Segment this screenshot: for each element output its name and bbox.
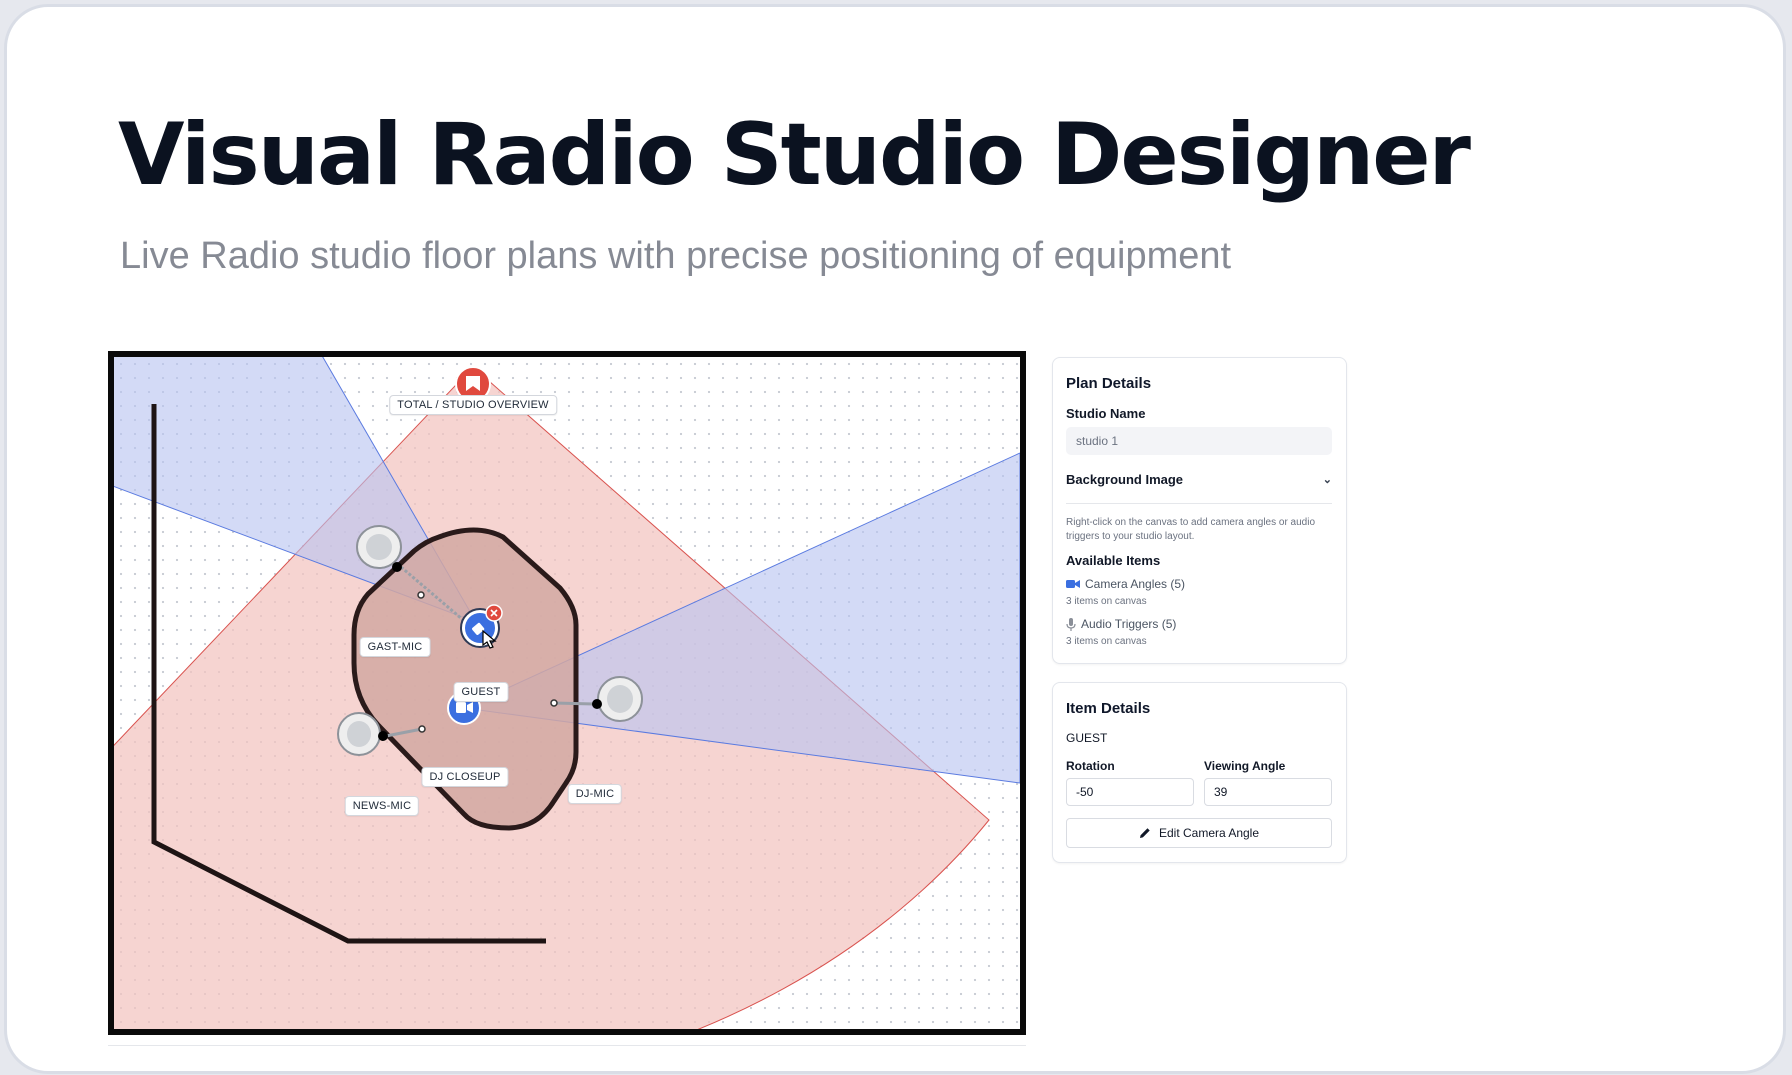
audio-triggers-count: 3 items on canvas bbox=[1066, 636, 1147, 647]
background-image-toggle[interactable]: Background Image ⌄ bbox=[1066, 472, 1332, 487]
overview-camera-label[interactable]: TOTAL / STUDIO OVERVIEW bbox=[389, 395, 557, 415]
dj-mic-label[interactable]: DJ-MIC bbox=[567, 784, 623, 804]
microphone-icon bbox=[1066, 617, 1076, 631]
pencil-icon bbox=[1139, 828, 1150, 838]
rotation-input[interactable]: -50 bbox=[1066, 778, 1194, 806]
item-details-heading: Item Details bbox=[1066, 700, 1151, 717]
audio-triggers-label: Audio Triggers (5) bbox=[1081, 617, 1177, 631]
studio-canvas[interactable]: TOTAL / STUDIO OVERVIEW GAST-MIC GUEST D… bbox=[108, 351, 1026, 1035]
rotation-label: Rotation bbox=[1066, 759, 1115, 773]
dj-closeup-label[interactable]: DJ CLOSEUP bbox=[421, 767, 509, 787]
plan-details-heading: Plan Details bbox=[1066, 375, 1152, 392]
item-details-panel: Item Details GUEST Rotation Viewing Angl… bbox=[1052, 682, 1347, 863]
video-camera-icon bbox=[1066, 580, 1080, 588]
guest-camera-label[interactable]: GUEST bbox=[453, 682, 509, 702]
available-items-label: Available Items bbox=[1066, 553, 1161, 568]
camera-angles-item[interactable]: Camera Angles (5) bbox=[1066, 577, 1185, 591]
floor-plan-svg bbox=[114, 357, 1020, 1029]
news-mic-label[interactable]: NEWS-MIC bbox=[344, 796, 420, 816]
studio-name-input[interactable]: studio 1 bbox=[1066, 427, 1332, 455]
viewing-angle-input[interactable]: 39 bbox=[1204, 778, 1332, 806]
camera-angles-count: 3 items on canvas bbox=[1066, 596, 1147, 607]
camera-angles-label: Camera Angles (5) bbox=[1085, 577, 1186, 591]
chevron-down-icon: ⌄ bbox=[1322, 474, 1332, 486]
edit-camera-angle-label: Edit Camera Angle bbox=[1158, 826, 1260, 840]
item-name: GUEST bbox=[1066, 731, 1108, 745]
divider bbox=[1066, 503, 1332, 504]
background-image-label: Background Image bbox=[1066, 472, 1184, 487]
edit-camera-angle-button[interactable]: Edit Camera Angle bbox=[1066, 818, 1332, 848]
studio-name-label: Studio Name bbox=[1066, 406, 1146, 421]
page-title: Visual Radio Studio Designer bbox=[118, 105, 1471, 205]
gast-mic-label[interactable]: GAST-MIC bbox=[359, 637, 431, 657]
page-subtitle: Live Radio studio floor plans with preci… bbox=[120, 235, 1232, 277]
plan-details-panel: Plan Details Studio Name studio 1 Backgr… bbox=[1052, 357, 1347, 664]
viewing-angle-label: Viewing Angle bbox=[1204, 759, 1286, 773]
audio-triggers-item[interactable]: Audio Triggers (5) bbox=[1066, 617, 1176, 631]
canvas-hint: Right-click on the canvas to add camera … bbox=[1066, 517, 1316, 542]
canvas-shadow bbox=[108, 1035, 1026, 1046]
